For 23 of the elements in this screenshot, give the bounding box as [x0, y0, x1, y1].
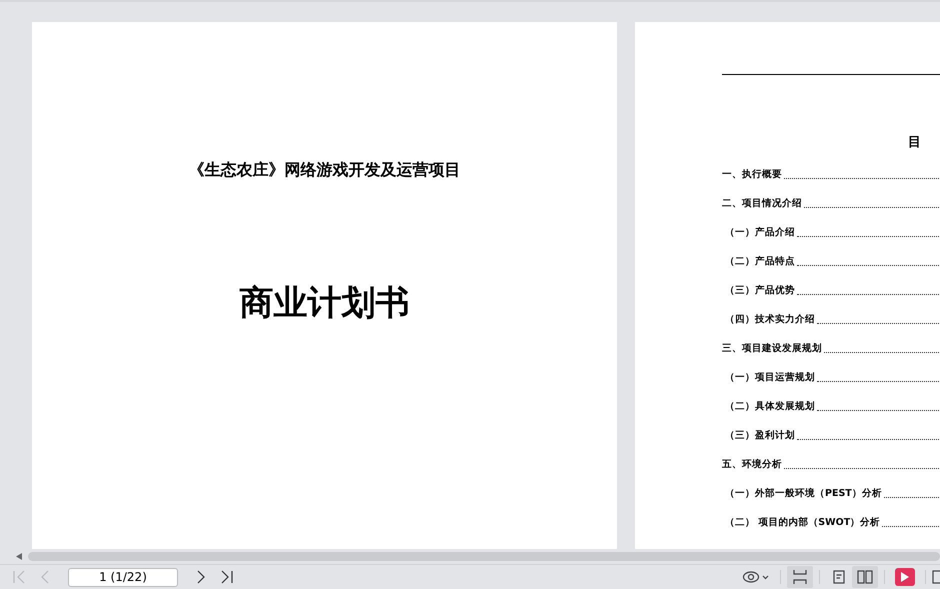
toc-entry: （二）产品特点 — [725, 254, 795, 269]
toc-entry: （一）项目运营规划 — [725, 370, 815, 385]
toc-heading: 目 — [908, 135, 921, 150]
fit-width-button[interactable] — [787, 566, 813, 588]
play-button[interactable] — [895, 568, 915, 586]
toc-entry: （三）盈利计划 — [725, 428, 795, 443]
two-page-button[interactable] — [852, 566, 878, 588]
toc-entry: （一）产品介绍 — [725, 226, 795, 240]
toc-entry: 一、执行概要 — [722, 168, 782, 182]
toc-entry: （一）外部一般环境（PEST）分析 — [725, 486, 882, 501]
toc-entry: 二、项目情况介绍 — [722, 196, 802, 211]
play-icon — [901, 572, 909, 582]
toc-entry: （四）技术实力介绍 — [725, 312, 815, 327]
document-title: 商业计划书 — [238, 282, 410, 325]
scrollbar-thumb[interactable] — [28, 552, 940, 561]
toc-entry: （二） 项目的内部（SWOT）分析 — [725, 516, 880, 530]
toc-entry: 五、环境分析 — [722, 458, 782, 472]
page-number-field[interactable]: 1 (1/22) — [68, 568, 178, 586]
toc-entry: （三）产品优势 — [725, 284, 795, 298]
toc-entry: （二）具体发展规划 — [725, 400, 815, 414]
scroll-left-arrow[interactable] — [16, 553, 22, 560]
toc-entry: 三、项目建设发展规划 — [722, 342, 822, 356]
document-subtitle: 《生态农庄》网络游戏开发及运营项目 — [188, 159, 462, 181]
